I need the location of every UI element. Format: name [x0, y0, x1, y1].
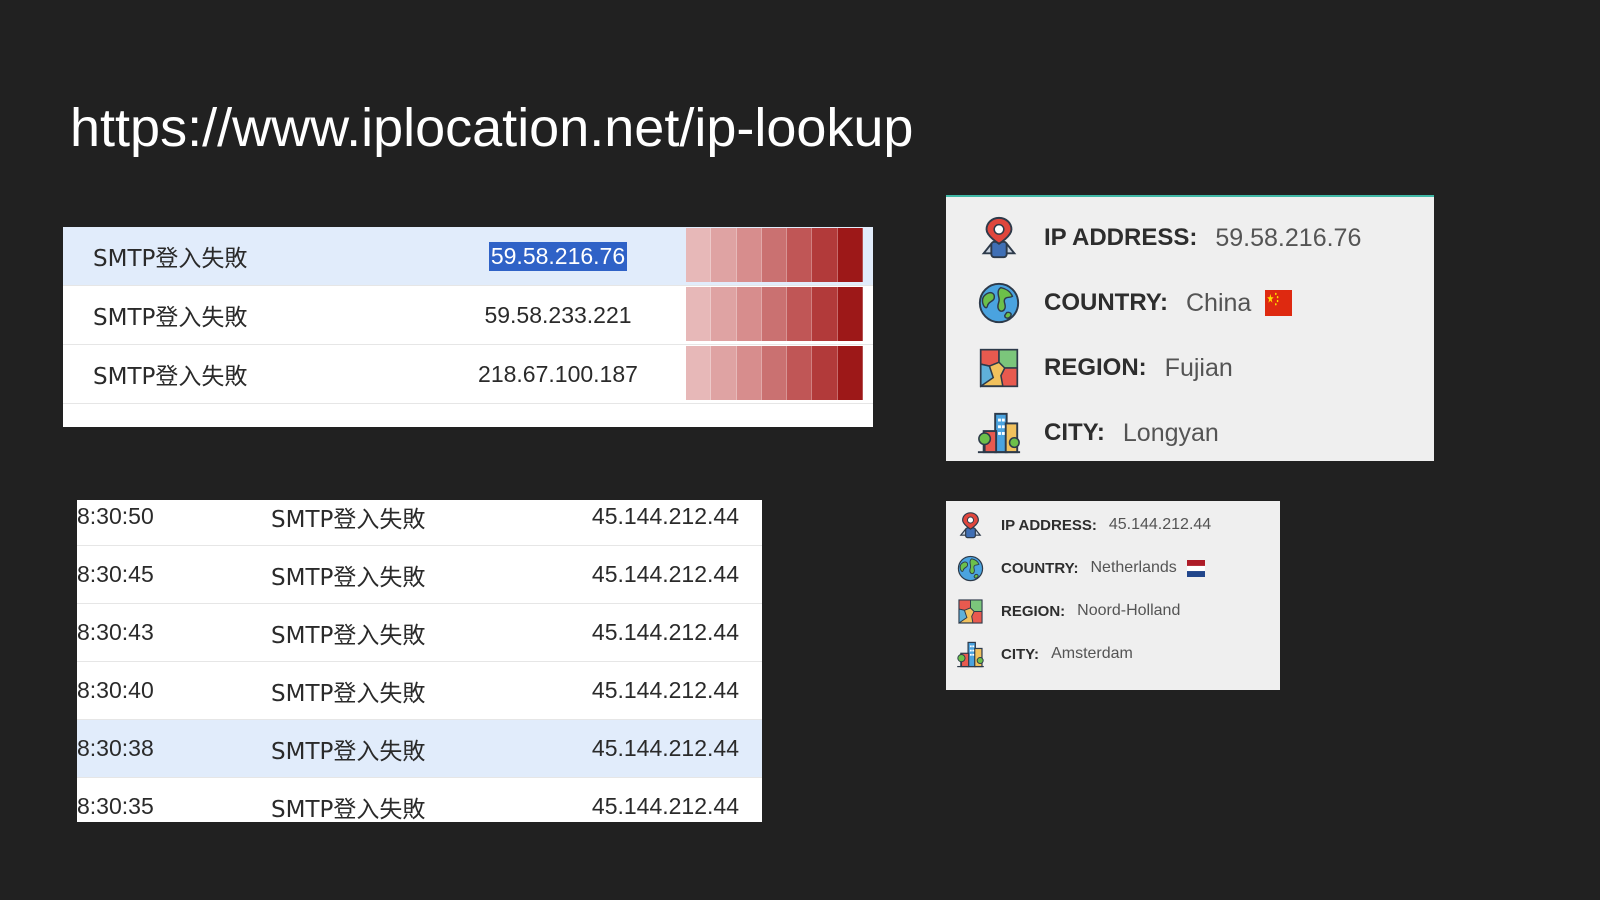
city-row: CITY: Amsterdam: [956, 639, 1133, 669]
event-cell: SMTP登入失敗: [93, 364, 248, 390]
page-title: https://www.iplocation.net/ip-lookup: [70, 98, 914, 158]
location-pin-person-icon: [976, 215, 1022, 261]
map-icon: [976, 345, 1022, 391]
event-cell: SMTP登入失敗: [271, 796, 426, 823]
ip-address-row: IP ADDRESS: 59.58.216.76: [976, 214, 1361, 262]
ip-cell[interactable]: 45.144.212.44: [592, 546, 739, 603]
country-row: COUNTRY: China: [976, 279, 1292, 327]
ip-address-value: 59.58.216.76: [1215, 223, 1362, 252]
selected-ip-text[interactable]: 59.58.216.76: [488, 241, 628, 271]
country-row: COUNTRY: Netherlands: [956, 553, 1205, 583]
country-label: COUNTRY:: [1044, 289, 1168, 316]
time-cell: 8:30:50: [77, 503, 154, 529]
time-cell: 8:30:45: [77, 561, 154, 587]
ip-cell[interactable]: 45.144.212.44: [592, 778, 739, 822]
ip-info-card-china: IP ADDRESS: 59.58.216.76 COUNTRY: China …: [946, 195, 1434, 461]
region-label: REGION:: [1001, 602, 1066, 620]
event-cell: SMTP登入失敗: [93, 246, 248, 272]
table-row[interactable]: SMTP登入失敗 59.58.233.221: [63, 286, 873, 345]
region-label: REGION:: [1044, 354, 1147, 381]
region-row: REGION: Fujian: [976, 344, 1233, 392]
heatmap-bar: [686, 228, 863, 282]
netherlands-flag-icon: [1187, 560, 1205, 577]
location-pin-person-icon: [956, 511, 985, 540]
event-cell: SMTP登入失敗: [271, 738, 426, 765]
ip-cell[interactable]: 59.58.233.221: [393, 286, 723, 344]
table-row[interactable]: 8:30:45 SMTP登入失敗 45.144.212.44: [77, 546, 762, 604]
table-row[interactable]: 8:30:50 SMTP登入失敗 45.144.212.44: [77, 500, 762, 546]
country-value: Netherlands: [1090, 559, 1177, 576]
ip-info-card-netherlands: IP ADDRESS: 45.144.212.44 COUNTRY: Nethe…: [946, 501, 1280, 690]
region-value: Noord-Holland: [1077, 602, 1181, 619]
ip-address-value: 45.144.212.44: [1108, 516, 1212, 533]
ip-cell[interactable]: 45.144.212.44: [592, 662, 739, 719]
ip-address-row: IP ADDRESS: 45.144.212.44: [956, 510, 1211, 540]
event-cell: SMTP登入失敗: [271, 622, 426, 649]
ip-cell[interactable]: 45.144.212.44: [592, 720, 739, 777]
globe-icon: [956, 554, 985, 583]
ip-cell[interactable]: 45.144.212.44: [592, 500, 739, 545]
time-cell: 8:30:35: [77, 793, 154, 819]
ip-address-label: IP ADDRESS:: [1001, 516, 1097, 534]
table-row[interactable]: 8:30:40 SMTP登入失敗 45.144.212.44: [77, 662, 762, 720]
log-table-top: SMTP登入失敗 59.58.216.76 SMTP登入失敗 59.58.233…: [63, 227, 873, 427]
city-label: CITY:: [1044, 419, 1105, 446]
ip-cell[interactable]: 59.58.216.76: [393, 227, 723, 285]
globe-icon: [976, 280, 1022, 326]
table-row[interactable]: SMTP登入失敗 59.58.216.76: [63, 227, 873, 286]
city-row: CITY: Longyan: [976, 409, 1219, 457]
country-label: COUNTRY:: [1001, 559, 1079, 577]
event-cell: SMTP登入失敗: [93, 305, 248, 331]
region-row: REGION: Noord-Holland: [956, 596, 1180, 626]
city-buildings-icon: [956, 640, 985, 669]
heatmap-bar: [686, 287, 863, 341]
ip-cell[interactable]: 45.144.212.44: [592, 604, 739, 661]
region-value: Fujian: [1164, 353, 1233, 382]
table-row[interactable]: 8:30:43 SMTP登入失敗 45.144.212.44: [77, 604, 762, 662]
table-row[interactable]: 8:30:35 SMTP登入失敗 45.144.212.44: [77, 778, 762, 822]
event-cell: SMTP登入失敗: [271, 506, 426, 533]
log-table-bottom: 8:30:50 SMTP登入失敗 45.144.212.44 8:30:45 S…: [77, 500, 762, 822]
city-value: Longyan: [1122, 418, 1219, 447]
time-cell: 8:30:43: [77, 619, 154, 645]
china-flag-icon: [1265, 290, 1292, 316]
ip-cell[interactable]: 218.67.100.187: [393, 345, 723, 403]
time-cell: 8:30:40: [77, 677, 154, 703]
table-row[interactable]: 8:30:38 SMTP登入失敗 45.144.212.44: [77, 720, 762, 778]
city-value: Amsterdam: [1051, 645, 1133, 662]
table-row[interactable]: SMTP登入失敗 218.67.100.187: [63, 345, 873, 404]
heatmap-bar: [686, 346, 863, 400]
event-cell: SMTP登入失敗: [271, 680, 426, 707]
time-cell: 8:30:38: [77, 735, 154, 761]
map-icon: [956, 597, 985, 626]
ip-address-label: IP ADDRESS:: [1044, 224, 1198, 251]
city-label: CITY:: [1001, 645, 1040, 663]
city-buildings-icon: [976, 410, 1022, 456]
country-value: China: [1185, 288, 1252, 317]
event-cell: SMTP登入失敗: [271, 564, 426, 591]
